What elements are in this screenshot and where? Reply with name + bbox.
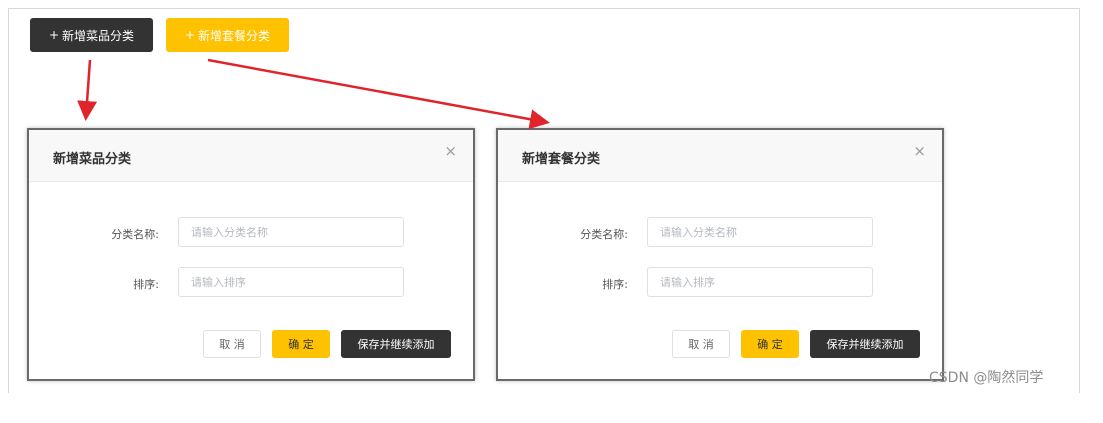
close-icon[interactable]: × bbox=[913, 144, 926, 159]
add-setmeal-category-button[interactable]: + 新增套餐分类 bbox=[166, 18, 289, 52]
close-icon[interactable]: × bbox=[444, 144, 457, 159]
add-dish-category-button[interactable]: + 新增菜品分类 bbox=[30, 18, 153, 52]
plus-icon: + bbox=[48, 28, 60, 42]
sort-input[interactable] bbox=[647, 267, 873, 297]
cancel-button[interactable]: 取 消 bbox=[672, 330, 730, 358]
watermark: CSDN @陶然同学 bbox=[929, 370, 1044, 386]
dialog-title: 新增套餐分类 bbox=[522, 152, 601, 167]
sort-label: 排序: bbox=[602, 278, 628, 291]
dialog-header: 新增套餐分类 × bbox=[498, 130, 942, 182]
dialog-title: 新增菜品分类 bbox=[53, 152, 132, 167]
dialog-header: 新增菜品分类 × bbox=[29, 130, 473, 182]
category-name-label: 分类名称: bbox=[580, 228, 628, 241]
add-setmeal-category-dialog: 新增套餐分类 × 分类名称: 排序: 取 消 确 定 保存并继续添加 bbox=[496, 128, 944, 381]
category-name-input[interactable] bbox=[647, 217, 873, 247]
confirm-button[interactable]: 确 定 bbox=[741, 330, 799, 358]
sort-label: 排序: bbox=[133, 278, 159, 291]
plus-icon: + bbox=[184, 28, 196, 42]
save-and-continue-button[interactable]: 保存并继续添加 bbox=[810, 330, 920, 358]
confirm-button[interactable]: 确 定 bbox=[272, 330, 330, 358]
category-name-input[interactable] bbox=[178, 217, 404, 247]
add-dish-category-label: 新增菜品分类 bbox=[62, 28, 135, 43]
sort-input[interactable] bbox=[178, 267, 404, 297]
category-name-label: 分类名称: bbox=[111, 228, 159, 241]
add-setmeal-category-label: 新增套餐分类 bbox=[198, 28, 271, 43]
add-dish-category-dialog: 新增菜品分类 × 分类名称: 排序: 取 消 确 定 保存并继续添加 bbox=[27, 128, 475, 381]
cancel-button[interactable]: 取 消 bbox=[203, 330, 261, 358]
save-and-continue-button[interactable]: 保存并继续添加 bbox=[341, 330, 451, 358]
